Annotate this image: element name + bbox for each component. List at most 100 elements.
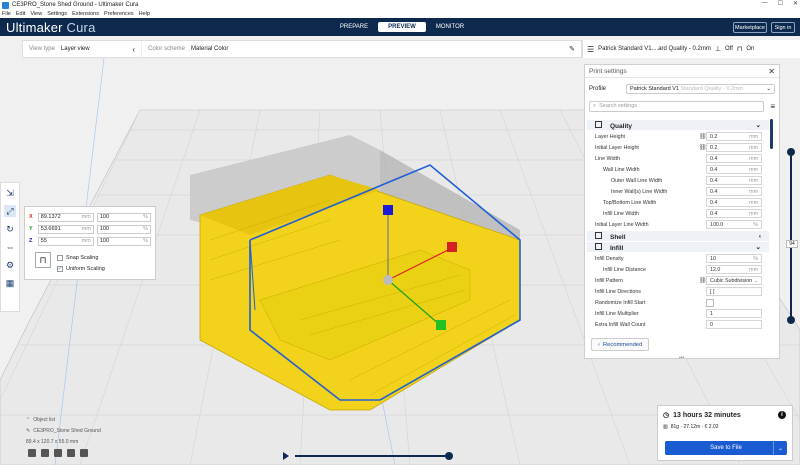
pencil-icon[interactable]: ✎ [569,45,575,53]
gizmo-center[interactable] [383,275,393,285]
marketplace-button[interactable]: Marketplace [733,22,767,33]
menu-preferences[interactable]: Preferences [104,11,134,17]
play-icon[interactable] [283,452,289,460]
menu-extensions[interactable]: Extensions [72,11,99,17]
chevron-down-icon[interactable]: ⌄ [773,441,787,455]
scale-y-mm-input[interactable]: 53.6691 mm [37,224,94,234]
menu-icon[interactable]: ≡ [770,102,775,111]
setting-value-input[interactable]: Cubic Subdivision ⌄ [706,276,762,285]
setting-value-input[interactable]: 0.4 mm [706,154,762,163]
recommended-button[interactable]: ‹ Recommended [591,338,650,351]
search-settings-input[interactable]: ⌕ Search settings [589,100,765,112]
layer-number[interactable]: 94 [786,240,798,248]
scale-x-mm-input[interactable]: 89.1372 mm [37,212,94,222]
scrollbar-thumb[interactable] [770,119,773,149]
uniform-scaling-box[interactable]: ✓ [57,265,63,272]
stage-preview[interactable]: PREVIEW [378,22,426,32]
3d-view-icon[interactable] [28,449,36,457]
setting-value-input[interactable]: 0.4 mm [706,187,762,196]
save-to-file-button[interactable]: Save to File ⌄ [665,441,787,455]
close-window-icon[interactable]: ✕ [793,0,798,7]
object-info: ⌃ Object list ✎ CE3PRO_Stone Shed Ground 8… [26,414,101,447]
setting-value-input[interactable]: [ ] [706,287,762,296]
print-setup-selector[interactable]: ☰ Patrick Standard V1....ard Quality - 0… [582,40,800,58]
material-row: ▥ 81g · 27.12m · € 2.02 [663,424,787,430]
scale-y-pct-input[interactable]: 100% [96,224,151,234]
rotate-tool-icon[interactable]: ↻ [4,223,16,235]
setting-value-input[interactable]: 100.0% [706,220,762,229]
setting-value-input[interactable]: 0.4 mm [706,176,762,185]
view-type-selector[interactable]: View type Layer view ‹ [23,41,141,57]
scale-x-pct-input[interactable]: 100% [96,212,151,222]
gizmo-x-handle[interactable] [447,242,457,252]
layer-slider-bottom-handle[interactable] [787,316,795,324]
stage-monitor[interactable]: MONITOR [426,22,474,32]
collapse-icon[interactable]: ‹ [132,45,135,54]
move-tool-icon[interactable]: ⇲ [4,187,16,199]
setting-value-input[interactable]: 0 [706,320,762,329]
print-time-row: ◷ 13 hours 32 minutes [663,411,787,420]
info-icon[interactable]: i [778,411,786,419]
color-scheme-selector[interactable]: Color scheme Material Color ✎ [141,41,581,57]
setting-value-input[interactable]: 1 [706,309,762,318]
per-model-settings-icon[interactable]: ⚙ [4,259,16,271]
menu-file[interactable]: File [2,11,11,17]
resize-grip-icon[interactable]: ••• [679,355,684,361]
category-infill[interactable]: Infill ⌄ [587,242,769,252]
setting-value-input[interactable]: 10% [706,254,762,263]
top-view-icon[interactable] [54,449,62,457]
unit-mm: mm [81,226,91,232]
mirror-tool-icon[interactable]: ⇔ [4,241,16,253]
simulation-track[interactable] [295,455,451,457]
setting-value-input[interactable]: 0.4 mm [706,165,762,174]
layer-slider-top-handle[interactable] [787,148,795,156]
setting-value-input[interactable]: 12.0 mm [706,265,762,274]
settings-scrollbar[interactable] [769,119,773,339]
scale-z-mm-input[interactable]: 55 mm [37,236,94,246]
unit-pct: % [143,238,148,244]
right-view-icon[interactable] [80,449,88,457]
menu-view[interactable]: View [30,11,42,17]
menu-settings[interactable]: Settings [47,11,67,17]
menu-help[interactable]: Help [139,11,150,17]
scale-z-pct-input[interactable]: 100% [96,236,151,246]
setting-value-input[interactable]: 0.4 mm [706,209,762,218]
left-view-icon[interactable] [67,449,75,457]
setting-value-input[interactable]: 0.2 mm [706,132,762,141]
y-axis-label: Y [29,226,33,232]
scale-y-row: Y 53.6691 mm 100% [29,223,151,235]
simulation-handle[interactable] [445,452,453,460]
object-list-toggle[interactable]: ⌃ Object list [26,414,101,425]
signin-button[interactable]: Sign in [771,22,795,33]
quality-settings: Layer Height ⛓ 0.2 mm Initial Layer Height ⛓ 0… [587,131,769,230]
close-icon[interactable]: ✕ [768,67,775,76]
menu-edit[interactable]: Edit [16,11,25,17]
setting-value-input[interactable]: 0.2 mm [706,143,762,152]
setting-value: 0.4 [710,210,718,217]
stage-prepare[interactable]: PREPARE [330,22,378,32]
chevron-down-icon: ⌄ [766,86,771,92]
setting-value-input[interactable]: 0.4 mm [706,198,762,207]
setting-checkbox[interactable] [706,298,714,307]
scale-y-pct-value: 100 [99,226,110,232]
setting-value: 0.4 [710,199,718,206]
snap-scaling-box[interactable] [57,254,63,261]
lock-model-icon[interactable]: ⊓ [35,252,51,268]
profile-dropdown[interactable]: Patrick Standard V1 Standard Quality - 0… [626,84,775,94]
category-shell[interactable]: Shell ‹ [587,231,769,241]
gizmo-z-handle[interactable] [383,205,393,215]
pencil-icon[interactable]: ✎ [26,428,30,434]
scale-tool-icon[interactable]: ⤢ [4,205,16,217]
object-name-row: ✎ CE3PRO_Stone Shed Ground [26,425,101,436]
snap-scaling-checkbox[interactable]: Snap Scaling [57,252,105,263]
layer-slider[interactable] [787,148,795,325]
support-blocker-icon[interactable]: ▦ [4,277,16,289]
category-quality[interactable]: Quality ⌄ [587,120,769,130]
front-view-icon[interactable] [41,449,49,457]
setting-row: Infill Line Directions[ ] [587,286,769,297]
maximize-icon[interactable]: ☐ [778,0,783,7]
gizmo-y-handle[interactable] [436,320,446,330]
uniform-scaling-checkbox[interactable]: ✓ Uniform Scaling [57,263,105,274]
minimize-icon[interactable]: — [762,0,768,7]
adhesion-status: On [746,46,755,52]
